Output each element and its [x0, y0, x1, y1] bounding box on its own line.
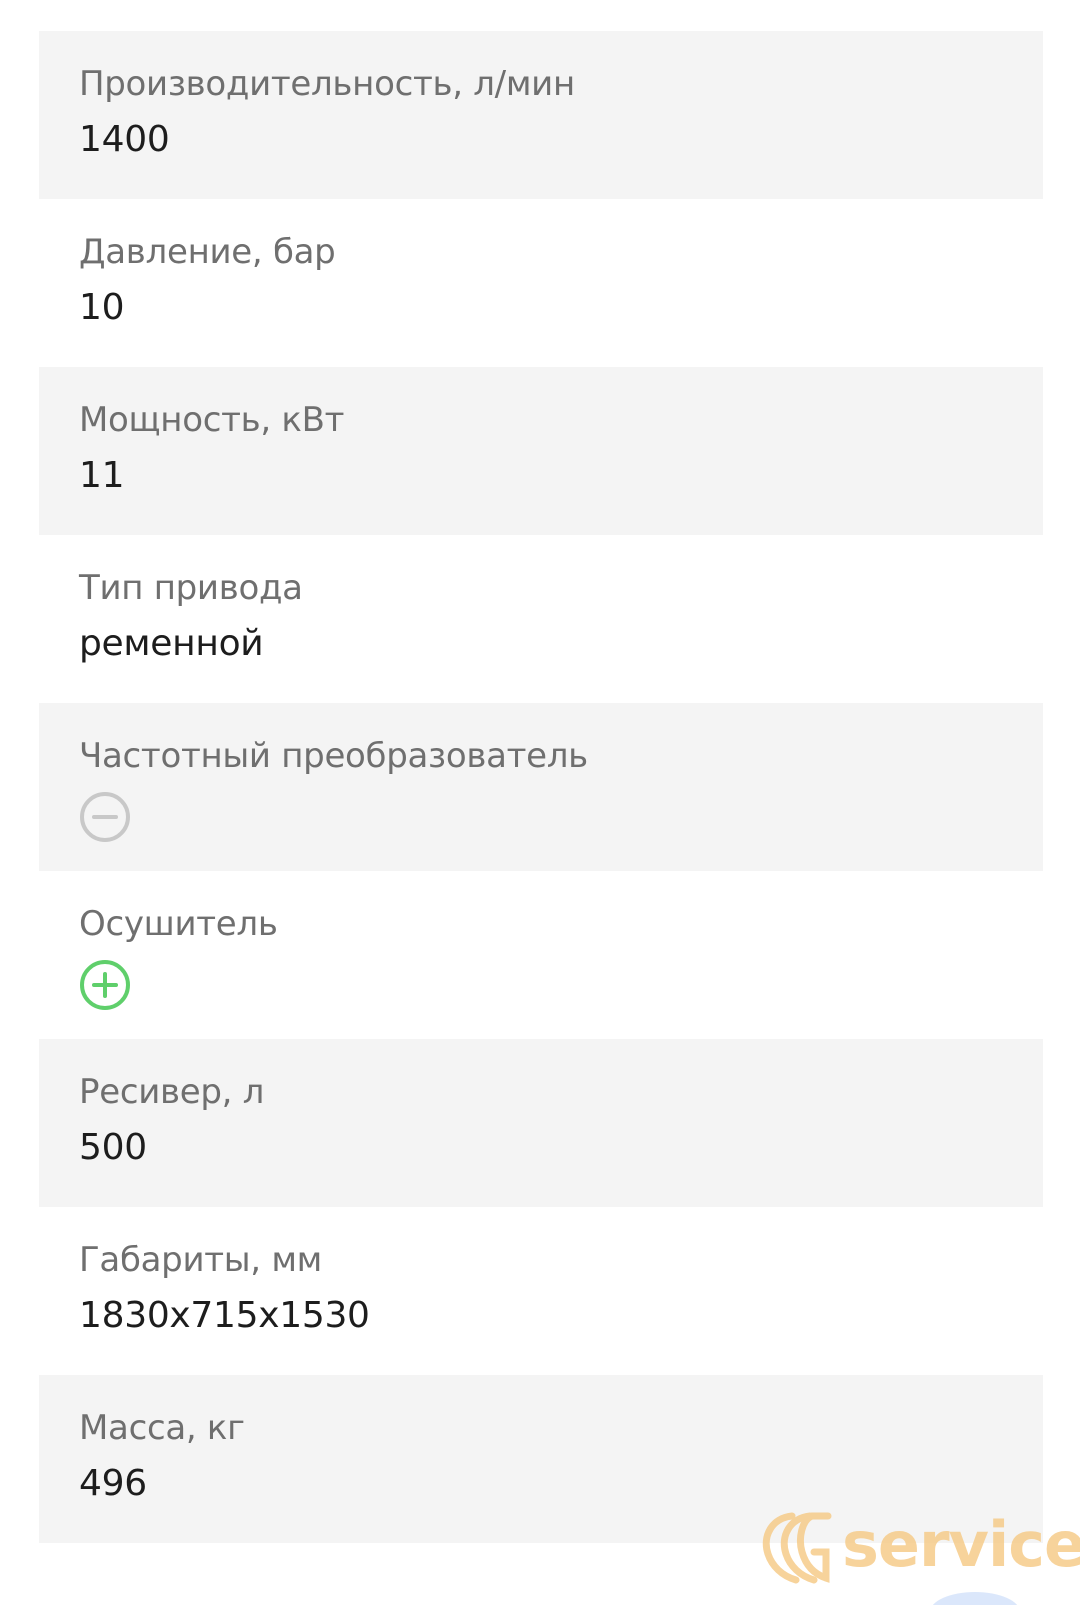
spec-value: ременной — [79, 623, 264, 664]
spec-value: 11 — [79, 455, 125, 496]
spec-label: Давление, бар — [79, 232, 336, 272]
spec-value: 496 — [79, 1463, 147, 1504]
g-logo-icon — [762, 1512, 832, 1584]
spec-label: Ресивер, л — [79, 1072, 265, 1112]
spec-row-drive-type: Тип привода ременной — [39, 535, 1043, 703]
plus-circle-icon — [79, 959, 131, 1011]
minus-circle-icon — [79, 791, 131, 843]
spec-row-power: Мощность, кВт 11 — [39, 367, 1043, 535]
spec-label: Производительность, л/мин — [79, 64, 575, 104]
spec-label: Тип привода — [79, 568, 303, 608]
spec-label: Частотный преобразователь — [79, 736, 588, 776]
chat-widget-button[interactable] — [930, 1592, 1020, 1605]
spec-row-dryer: Осушитель — [39, 871, 1043, 1039]
spec-page: Производительность, л/мин 1400 Давление,… — [0, 0, 1080, 1605]
spec-label: Мощность, кВт — [79, 400, 345, 440]
spec-value: 10 — [79, 287, 125, 328]
spec-list: Производительность, л/мин 1400 Давление,… — [39, 31, 1043, 1543]
spec-label: Масса, кг — [79, 1408, 245, 1448]
spec-row-pressure: Давление, бар 10 — [39, 199, 1043, 367]
spec-label: Габариты, мм — [79, 1240, 323, 1280]
spec-row-productivity: Производительность, л/мин 1400 — [39, 31, 1043, 199]
spec-value: 1830x715x1530 — [79, 1295, 370, 1336]
watermark-logo: service — [752, 1508, 1080, 1588]
spec-value: 1400 — [79, 119, 170, 160]
watermark-text: service — [842, 1508, 1080, 1581]
spec-value: 500 — [79, 1127, 147, 1168]
spec-label: Осушитель — [79, 904, 278, 944]
spec-row-dimensions: Габариты, мм 1830x715x1530 — [39, 1207, 1043, 1375]
spec-row-frequency-converter: Частотный преобразователь — [39, 703, 1043, 871]
spec-row-receiver: Ресивер, л 500 — [39, 1039, 1043, 1207]
